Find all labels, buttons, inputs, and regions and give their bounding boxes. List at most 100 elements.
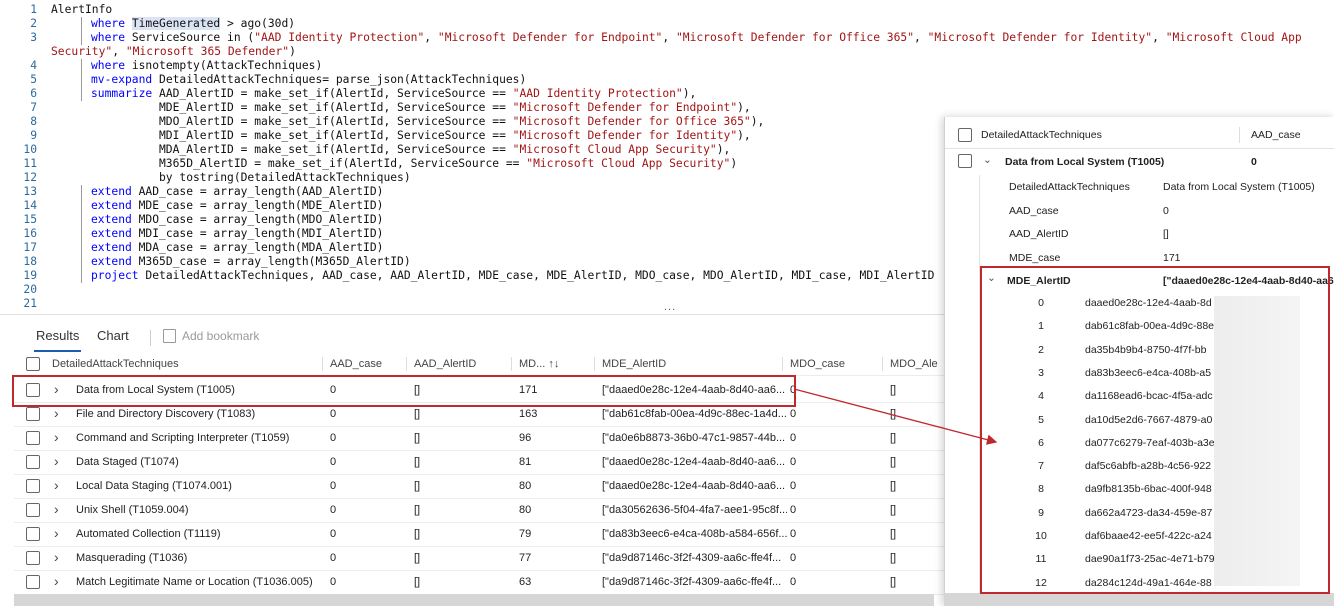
table-row[interactable]: › Masquerading (T1036) 0 [] 77 ["da9d87146c-3… (14, 546, 944, 571)
code-keyword: extend (91, 199, 139, 212)
column-header[interactable]: MD... ↑↓ (519, 353, 599, 375)
column-resize-handle[interactable] (406, 357, 407, 371)
column-header[interactable]: AAD_AlertID (414, 353, 509, 375)
line-number: 21 (23, 297, 37, 310)
pipe-guide (81, 199, 82, 213)
column-header[interactable]: MDO_Ale (890, 353, 944, 375)
row-checkbox[interactable] (26, 479, 40, 493)
table-cell: 0 (790, 384, 797, 396)
code-token: DetailedAttackTechniques= parse_json(Att… (159, 73, 527, 86)
code-keyword: extend (91, 255, 139, 268)
column-header[interactable]: MDE_AlertID (602, 353, 787, 375)
code-text: where ServiceSource in ("AAD Identity Pr… (91, 31, 1302, 45)
code-text: extend MDA_case = array_length(MDA_Alert… (91, 241, 383, 255)
code-line: 2 where TimeGenerated > ago(30d) (0, 17, 1334, 31)
panel-column-header[interactable]: DetailedAttackTechniques (981, 129, 1102, 141)
row-checkbox[interactable] (26, 575, 40, 589)
table-cell: [] (414, 480, 421, 492)
chevron-right-icon[interactable]: › (54, 426, 59, 449)
line-number: 1 (30, 3, 37, 16)
tab-results[interactable]: Results (33, 328, 82, 352)
pipe-guide (81, 87, 82, 101)
row-checkbox[interactable] (26, 503, 40, 517)
code-token: MDO_AlertID = make_set_if(AlertId, Servi… (159, 115, 513, 128)
table-cell: 0 (330, 480, 337, 492)
property-key: AAD_AlertID (1009, 228, 1069, 240)
chevron-right-icon[interactable]: › (54, 522, 59, 545)
code-token: ), (750, 115, 765, 128)
add-bookmark-button[interactable]: Add bookmark (163, 329, 259, 343)
table-row[interactable]: › Command and Scripting Interpreter (T105… (14, 426, 944, 451)
code-token: MDE_case = array_length(MDE_AlertID) (138, 199, 384, 212)
row-checkbox[interactable] (26, 407, 40, 421)
column-header[interactable]: DetailedAttackTechniques (52, 353, 322, 375)
table-cell: 80 (519, 504, 532, 516)
select-all-checkbox[interactable] (26, 357, 40, 371)
pipe-guide (81, 227, 82, 241)
code-text: extend MDO_case = array_length(MDO_Alert… (91, 213, 383, 227)
table-cell: ["da9d87146c-3f2f-4309-aa6c-ffe4f... (602, 576, 782, 588)
select-all-checkbox[interactable] (958, 128, 972, 142)
property-value: 0 (1163, 204, 1169, 217)
table-cell: Command and Scripting Interpreter (T1059… (76, 432, 290, 444)
code-keyword: project (91, 269, 146, 282)
code-text: by tostring(DetailedAttackTechniques) (159, 171, 411, 185)
table-row[interactable]: › Automated Collection (T1119) 0 [] 79 ["da83… (14, 522, 944, 547)
code-token: AlertInfo (51, 3, 113, 16)
property-value: 171 (1163, 251, 1181, 264)
chevron-right-icon[interactable]: › (54, 450, 59, 473)
table-cell: Data Staged (T1074) (76, 456, 179, 468)
row-checkbox[interactable] (26, 431, 40, 445)
tab-chart[interactable]: Chart (97, 328, 129, 343)
column-header[interactable]: MDO_case (790, 353, 885, 375)
panel-column-header[interactable]: AAD_case (1251, 129, 1301, 141)
row-checkbox[interactable] (958, 154, 972, 168)
panel-horizontal-scrollbar[interactable] (944, 593, 1334, 606)
code-token: DetailedAttackTechniques, AAD_case, AAD_… (145, 269, 935, 282)
property-key: MDE_case (1009, 251, 1061, 264)
results-horizontal-scrollbar[interactable] (14, 594, 934, 606)
line-number: 10 (23, 143, 37, 156)
editor-splitter-handle[interactable]: ... (664, 301, 676, 313)
pipe-guide (81, 31, 82, 45)
column-resize-handle[interactable] (882, 357, 883, 371)
chevron-right-icon[interactable]: › (54, 498, 59, 521)
column-resize-handle[interactable] (782, 357, 783, 371)
table-cell: [] (414, 504, 421, 516)
line-number: 12 (23, 171, 37, 184)
chevron-right-icon[interactable]: › (54, 474, 59, 497)
table-cell: 0 (790, 432, 797, 444)
code-string: "Microsoft Defender for Identity" (512, 129, 738, 142)
table-cell: 0 (790, 576, 797, 588)
code-keyword: extend (91, 185, 139, 198)
chevron-down-icon[interactable]: ⌄ (983, 154, 992, 166)
table-cell: [] (890, 408, 897, 420)
table-row[interactable]: › Local Data Staging (T1074.001) 0 [] 80 ["da… (14, 474, 944, 499)
code-keyword: where (91, 31, 132, 44)
table-cell: 0 (330, 576, 337, 588)
table-row[interactable]: › Match Legitimate Name or Location (T103… (14, 570, 944, 595)
code-keyword: extend (91, 227, 139, 240)
code-text: mv-expand DetailedAttackTechniques= pars… (91, 73, 526, 87)
chevron-right-icon[interactable]: › (54, 570, 59, 593)
table-cell: [] (414, 552, 421, 564)
chevron-right-icon[interactable]: › (54, 546, 59, 569)
table-row[interactable]: › Unix Shell (T1059.004) 0 [] 80 ["da30562636… (14, 498, 944, 523)
code-text: MDO_AlertID = make_set_if(AlertId, Servi… (159, 115, 764, 129)
column-resize-handle[interactable] (594, 357, 595, 371)
results-tabs: Results Chart Add bookmark (0, 318, 940, 354)
column-resize-handle[interactable] (322, 357, 323, 371)
line-number: 18 (23, 255, 37, 268)
code-token: MDI_case = array_length(MDI_AlertID) (138, 227, 384, 240)
code-token: MDO_case = array_length(MDO_AlertID) (138, 213, 384, 226)
code-token: ) (289, 45, 296, 58)
code-token: ), (737, 129, 751, 142)
column-resize-handle[interactable] (511, 357, 512, 371)
row-checkbox[interactable] (26, 455, 40, 469)
table-row[interactable]: › Data Staged (T1074) 0 [] 81 ["daaed0e28c-12… (14, 450, 944, 475)
group-value: 0 (1251, 156, 1257, 168)
row-checkbox[interactable] (26, 527, 40, 541)
panel-group-row[interactable]: ⌄ Data from Local System (T1005) 0 (945, 153, 1334, 175)
column-header[interactable]: AAD_case (330, 353, 410, 375)
row-checkbox[interactable] (26, 551, 40, 565)
